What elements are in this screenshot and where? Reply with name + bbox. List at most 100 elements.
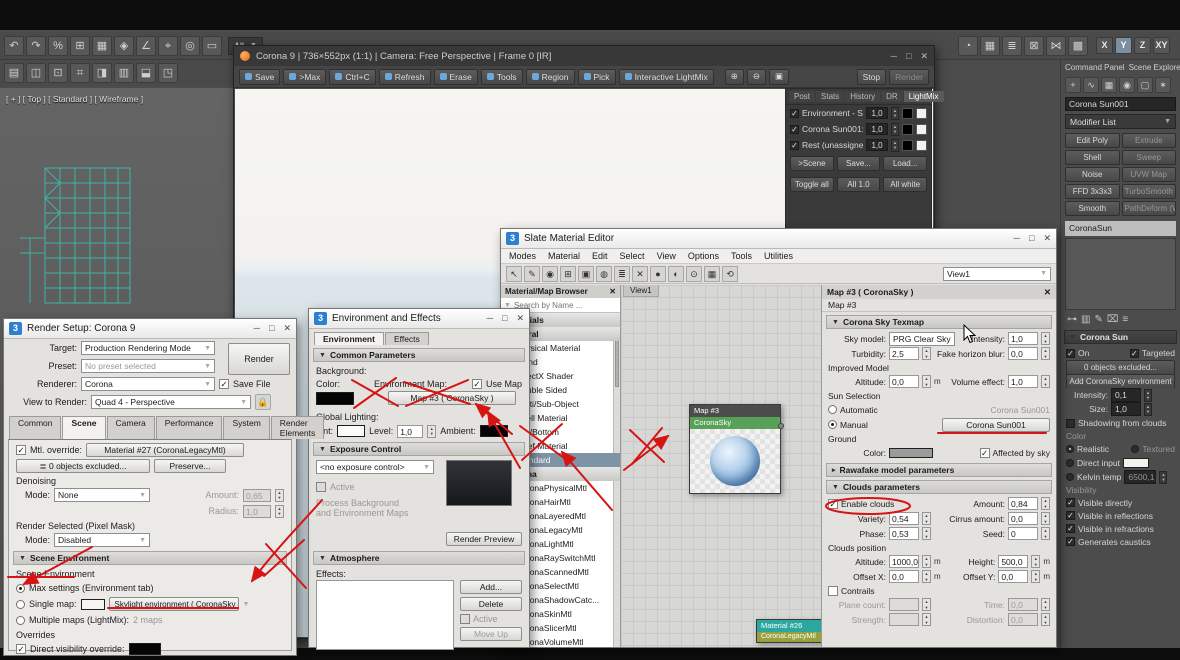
modifier-button[interactable]: Shell <box>1065 150 1120 165</box>
direct-input-radio[interactable] <box>1066 459 1074 467</box>
lightmix-enable-checkbox[interactable]: ✓ <box>790 140 799 150</box>
mtl-override-checkbox[interactable]: ✓ <box>16 445 26 455</box>
spinner-icon[interactable]: ▲ ▼ <box>922 375 931 388</box>
slate-tool-icon[interactable]: ▣ <box>578 265 594 282</box>
menu-item[interactable]: View <box>657 251 676 261</box>
offset-y-input[interactable]: 0,0 <box>998 570 1029 583</box>
strength-input[interactable] <box>889 613 919 626</box>
rs-mode-dropdown[interactable]: Disabled ▼ <box>54 533 150 547</box>
spinner-icon[interactable]: ▲ ▼ <box>1041 613 1050 626</box>
direct-visibility-checkbox[interactable]: ✓ <box>16 644 26 654</box>
minimize-icon[interactable]: ─ <box>1014 233 1020 244</box>
volume-effect-input[interactable]: 1,0 <box>1008 375 1038 388</box>
clouds-amount-input[interactable]: 0,84 <box>1008 497 1038 510</box>
menu-item[interactable]: Edit <box>592 251 608 261</box>
single-map-radio[interactable] <box>16 599 25 609</box>
tab-lightmix[interactable]: LightMix <box>903 91 944 102</box>
command-panel-tab-icon[interactable]: ▢ <box>1137 77 1153 93</box>
scene-explorer-header[interactable]: Scene Explorer <box>1129 63 1180 72</box>
toolbar-icon[interactable]: ◔ <box>958 35 978 56</box>
toolbar-icon[interactable]: ⊠ <box>1024 35 1044 56</box>
close-icon[interactable]: ✕ <box>609 287 616 296</box>
exposure-control-rollout[interactable]: ▼ Exposure Control <box>313 442 525 456</box>
spinner-icon[interactable]: ▲ ▼ <box>1144 388 1152 402</box>
skylight-environment-button[interactable]: Skylight environment ( CoronaSky ) <box>108 597 239 611</box>
denoise-amount-input[interactable]: 0,65 <box>243 488 271 502</box>
close-icon[interactable]: ✕ <box>920 51 928 62</box>
menu-item[interactable]: Modes <box>509 251 536 261</box>
denoise-mode-dropdown[interactable]: None ▼ <box>54 488 150 502</box>
lightmix-enable-checkbox[interactable]: ✓ <box>790 108 799 118</box>
render-button[interactable]: Render <box>228 343 290 375</box>
render-setup-titlebar[interactable]: 3 Render Setup: Corona 9 ─ □ ✕ <box>4 319 296 339</box>
spinner-icon[interactable]: ▲ ▼ <box>891 106 899 120</box>
level-input[interactable]: 1,0 <box>397 424 424 438</box>
maximize-icon[interactable]: □ <box>1029 233 1034 244</box>
axis-constraint-xy[interactable]: XY <box>1153 37 1170 54</box>
slate-tool-icon[interactable]: ⊞ <box>560 265 576 282</box>
minimize-icon[interactable]: ─ <box>891 51 897 62</box>
enable-clouds-checkbox[interactable]: ✓ <box>828 498 838 509</box>
stack-control-icon[interactable]: ▥ <box>1081 314 1090 325</box>
intensity-input[interactable]: 1,0 <box>1008 332 1038 345</box>
vfb-toolbar-button[interactable]: Ctrl+C <box>329 68 376 85</box>
spinner-icon[interactable]: ▲ ▼ <box>922 347 931 360</box>
tab-render-elements[interactable]: Render Elements <box>270 416 325 439</box>
mtl-override-button[interactable]: Material #27 (CoronaLegacyMtl) <box>86 443 245 457</box>
seed-input[interactable]: 0 <box>1008 527 1038 540</box>
command-panel-tab-icon[interactable]: ∿ <box>1083 77 1099 93</box>
corona-sun-rollout[interactable]: ▼ Corona Sun <box>1064 330 1177 344</box>
visibility-checkbox[interactable]: ✓ <box>1066 511 1075 520</box>
realistic-radio[interactable] <box>1066 445 1074 453</box>
manual-sun-radio[interactable] <box>828 420 837 429</box>
toolbar-icon[interactable]: ↶ <box>4 35 24 56</box>
slate-tool-icon[interactable]: ◐ <box>668 265 684 282</box>
slate-tool-icon[interactable]: ◍ <box>596 265 612 282</box>
modifier-button[interactable]: Smooth <box>1065 201 1120 216</box>
target-dropdown[interactable]: Production Rendering Mode ▼ <box>81 341 215 355</box>
sun-targeted-checkbox[interactable]: ✓ <box>1129 348 1139 358</box>
axis-constraint-z[interactable]: Z <box>1134 37 1151 54</box>
objects-excluded-button[interactable]: ≣ 0 objects excluded... <box>16 459 150 473</box>
contrails-checkbox[interactable] <box>828 585 838 596</box>
toolbar-icon[interactable]: ▦ <box>980 35 1000 56</box>
minimize-icon[interactable]: ─ <box>254 323 260 334</box>
spinner-icon[interactable]: ▲ ▼ <box>1031 570 1041 583</box>
vfb-toolbar-button[interactable]: Pick <box>577 68 616 85</box>
close-icon[interactable]: ✕ <box>1043 233 1051 244</box>
lightmix-intensity-input[interactable]: 1,0 <box>866 123 888 135</box>
multiple-maps-radio[interactable] <box>16 615 25 625</box>
lightmix-button[interactable]: All 1.0 <box>836 177 881 192</box>
tab-dr[interactable]: DR <box>881 91 903 102</box>
toolbar-icon[interactable]: ↷ <box>26 35 46 56</box>
lightmix-button[interactable]: >Scene <box>790 156 834 171</box>
slate-tool-icon[interactable]: ▦ <box>704 265 720 282</box>
variety-input[interactable]: 0,54 <box>889 512 919 525</box>
close-icon[interactable]: ✕ <box>516 313 524 324</box>
direct-visibility-swatch[interactable] <box>128 643 161 655</box>
lightmix-color-swatch[interactable] <box>902 139 913 151</box>
sun-intensity-input[interactable]: 0,1 <box>1111 388 1141 402</box>
toolbar-icon[interactable]: ◈ <box>114 35 134 56</box>
vfb-toolbar-button[interactable]: Interactive LightMix <box>618 68 714 85</box>
modifier-button[interactable]: FFD 3x3x3 <box>1065 184 1120 199</box>
lightmix-button[interactable]: Toggle all <box>790 177 834 192</box>
add-coronasky-environment-button[interactable]: Add CoronaSky environment <box>1066 374 1175 388</box>
legacy-material-node[interactable]: Material #26 CoronaLegacyMtl <box>756 619 821 643</box>
toolbar-icon[interactable]: ▭ <box>202 35 222 56</box>
move-up-button[interactable]: Move Up <box>460 627 522 641</box>
lightmix-intensity-input[interactable]: 1,0 <box>866 107 888 119</box>
atmosphere-rollout[interactable]: ▼ Atmosphere <box>313 551 525 565</box>
tab-common[interactable]: Common <box>9 416 62 439</box>
common-parameters-rollout[interactable]: ▼ Common Parameters <box>313 348 525 362</box>
automatic-sun-radio[interactable] <box>828 405 837 414</box>
sky-model-dropdown[interactable]: PRG Clear Sky▼ <box>889 331 955 346</box>
lightmix-color-swatch[interactable] <box>902 107 913 119</box>
background-color-swatch[interactable] <box>316 391 354 405</box>
phase-input[interactable]: 0,53 <box>889 527 919 540</box>
corona-sky-texmap-rollout[interactable]: ▼ Corona Sky Texmap <box>826 315 1052 329</box>
toolbar-icon[interactable]: ⊡ <box>48 63 68 83</box>
sun-on-checkbox[interactable]: ✓ <box>1066 348 1075 358</box>
effect-active-checkbox[interactable] <box>460 614 470 624</box>
toolbar-icon[interactable]: ◎ <box>180 35 200 56</box>
